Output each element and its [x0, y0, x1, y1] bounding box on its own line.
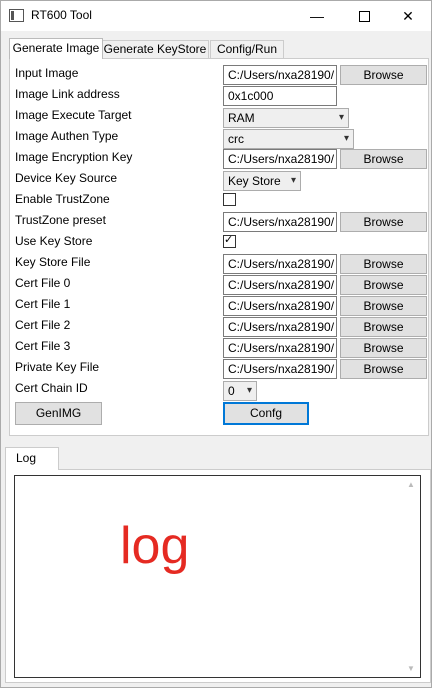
- input-image-label: Input Image: [15, 66, 79, 80]
- key-store-file-field[interactable]: C:/Users/nxa28190/: [223, 254, 337, 274]
- image-link-address-label: Image Link address: [15, 87, 120, 101]
- image-link-address-field[interactable]: 0x1c000: [223, 86, 337, 106]
- chevron-down-icon: ▾: [343, 133, 349, 144]
- image-encryption-key-field[interactable]: C:/Users/nxa28190/: [223, 149, 337, 169]
- input-image-browse-button[interactable]: Browse: [340, 65, 427, 85]
- image-execute-target-value: RAM: [228, 111, 255, 125]
- image-authen-type-label: Image Authen Type: [15, 129, 119, 143]
- log-tab-label: Log: [16, 451, 37, 465]
- title-bar: RT600 Tool — ✕: [1, 1, 431, 31]
- cert-file-0-field[interactable]: C:/Users/nxa28190/: [223, 275, 337, 295]
- private-key-file-label: Private Key File: [15, 360, 100, 374]
- trustzone-preset-browse-button[interactable]: Browse: [340, 212, 427, 232]
- minimize-button[interactable]: —: [294, 1, 340, 31]
- image-encryption-key-label: Image Encryption Key: [15, 150, 133, 164]
- checkmark-icon: ✓: [224, 234, 234, 246]
- cert-chain-id-select[interactable]: 0 ▾: [223, 381, 257, 401]
- scroll-down-icon[interactable]: ▼: [407, 664, 415, 673]
- maximize-icon: [358, 11, 370, 22]
- log-scrollbar[interactable]: ▲ ▼: [404, 476, 420, 677]
- device-key-source-label: Device Key Source: [15, 171, 118, 185]
- log-textarea[interactable]: log ▲ ▼: [14, 475, 421, 678]
- log-content: log: [120, 517, 190, 575]
- config-button[interactable]: Confg: [223, 402, 309, 425]
- cert-file-0-browse-button[interactable]: Browse: [340, 275, 427, 295]
- use-key-store-label: Use Key Store: [15, 234, 93, 248]
- cert-file-2-browse-button[interactable]: Browse: [340, 317, 427, 337]
- app-icon: [9, 9, 24, 22]
- cert-file-0-label: Cert File 0: [15, 276, 71, 290]
- cert-chain-id-label: Cert Chain ID: [15, 381, 88, 395]
- app-window: RT600 Tool — ✕ Generate Image Generate K…: [0, 0, 432, 688]
- cert-file-3-browse-button[interactable]: Browse: [340, 338, 427, 358]
- window-title: RT600 Tool: [31, 8, 92, 22]
- device-key-source-select[interactable]: Key Store ▾: [223, 171, 301, 191]
- image-encryption-key-browse-button[interactable]: Browse: [340, 149, 427, 169]
- key-store-file-label: Key Store File: [15, 255, 91, 269]
- maximize-button[interactable]: [341, 1, 387, 31]
- close-button[interactable]: ✕: [385, 1, 431, 31]
- enable-trustzone-checkbox[interactable]: [223, 193, 236, 206]
- scroll-up-icon[interactable]: ▲: [407, 480, 415, 489]
- image-authen-type-value: crc: [228, 132, 244, 146]
- cert-file-1-field[interactable]: C:/Users/nxa28190/: [223, 296, 337, 316]
- tab-log[interactable]: Log: [5, 447, 59, 470]
- cert-file-2-field[interactable]: C:/Users/nxa28190/: [223, 317, 337, 337]
- cert-file-3-field[interactable]: C:/Users/nxa28190/: [223, 338, 337, 358]
- image-execute-target-label: Image Execute Target: [15, 108, 132, 122]
- cert-file-2-label: Cert File 2: [15, 318, 71, 332]
- trustzone-preset-field[interactable]: C:/Users/nxa28190/: [223, 212, 337, 232]
- tab-generate-keystore[interactable]: Generate KeyStore: [101, 40, 209, 58]
- trustzone-preset-label: TrustZone preset: [15, 213, 106, 227]
- use-key-store-checkbox[interactable]: ✓: [223, 234, 236, 248]
- cert-file-1-label: Cert File 1: [15, 297, 71, 311]
- private-key-file-browse-button[interactable]: Browse: [340, 359, 427, 379]
- chevron-down-icon: ▾: [338, 112, 344, 123]
- splitter[interactable]: [1, 437, 431, 443]
- input-image-field[interactable]: C:/Users/nxa28190/: [223, 65, 337, 85]
- cert-file-1-browse-button[interactable]: Browse: [340, 296, 427, 316]
- chevron-down-icon: ▾: [246, 385, 252, 396]
- private-key-file-field[interactable]: C:/Users/nxa28190/: [223, 359, 337, 379]
- image-execute-target-select[interactable]: RAM ▾: [223, 108, 349, 128]
- device-key-source-value: Key Store: [228, 174, 281, 188]
- enable-trustzone-label: Enable TrustZone: [15, 192, 110, 206]
- genimg-button[interactable]: GenIMG: [15, 402, 102, 425]
- cert-file-3-label: Cert File 3: [15, 339, 71, 353]
- tab-generate-image[interactable]: Generate Image: [9, 38, 103, 59]
- key-store-file-browse-button[interactable]: Browse: [340, 254, 427, 274]
- image-authen-type-select[interactable]: crc ▾: [223, 129, 354, 149]
- chevron-down-icon: ▾: [290, 175, 296, 186]
- cert-chain-id-value: 0: [228, 384, 235, 398]
- tab-config-run[interactable]: Config/Run: [210, 40, 284, 58]
